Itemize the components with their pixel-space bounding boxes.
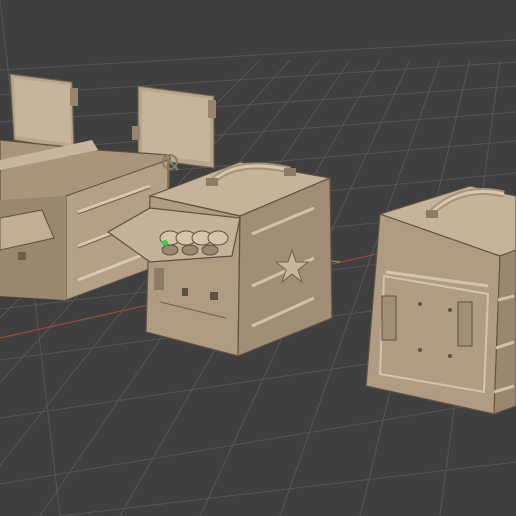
origin-dot [162,240,168,246]
ammo-box-closed[interactable] [365,185,516,415]
3d-viewport[interactable] [0,0,516,516]
viewport-canvas[interactable] [0,0,516,516]
